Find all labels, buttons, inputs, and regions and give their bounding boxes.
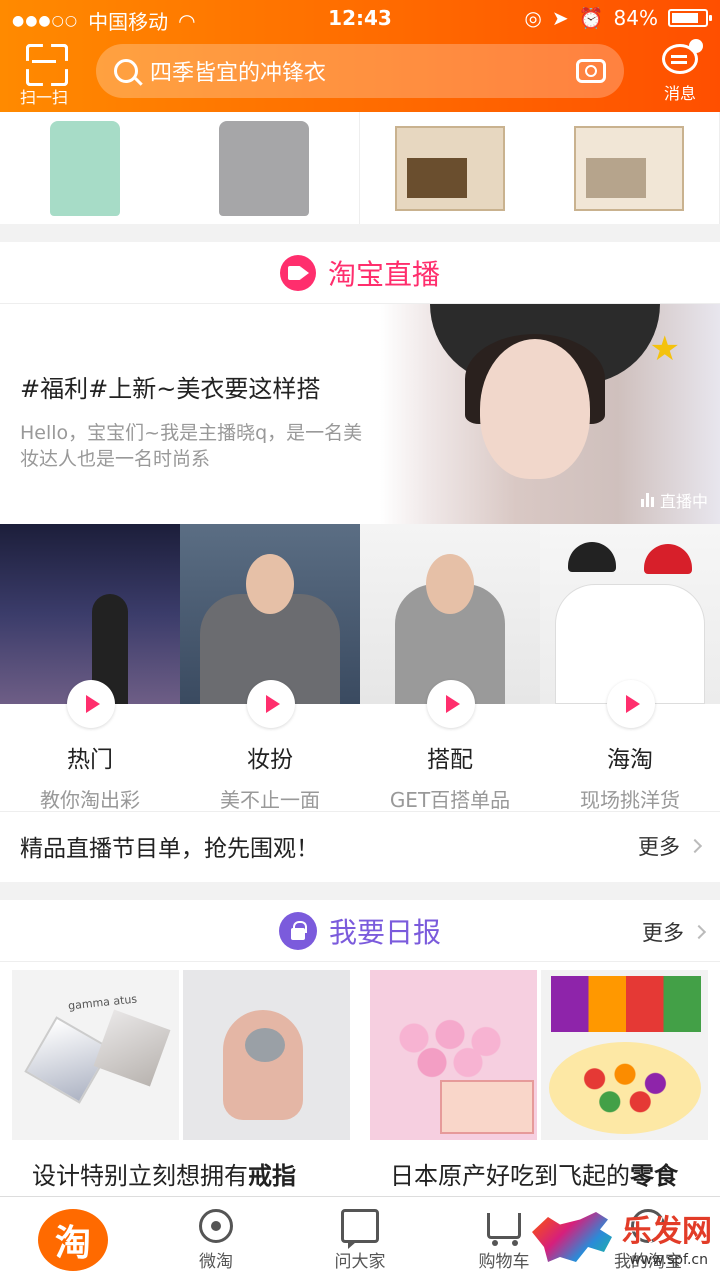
category-subtitle: 现场挑洋货 xyxy=(580,788,680,812)
sweater-promo[interactable] xyxy=(0,112,360,224)
caption-text: 日本原产好吃到飞起的 xyxy=(390,1162,630,1190)
battery-percent: 84% xyxy=(613,6,658,30)
category-name: 海淘 xyxy=(607,747,653,773)
caption-text: 设计特别立刻想拥有 xyxy=(32,1162,248,1190)
more-label: 更多 xyxy=(638,835,680,859)
message-button[interactable]: 消息 xyxy=(650,39,710,104)
battery-icon xyxy=(668,9,712,27)
play-icon[interactable] xyxy=(67,680,115,728)
chat-icon xyxy=(341,1209,379,1249)
candy-image xyxy=(370,970,537,1140)
ring-image: gamma atus xyxy=(12,970,179,1140)
caption-highlight: 戒指 xyxy=(248,1162,296,1190)
category-overseas[interactable]: 海淘 现场挑洋货 xyxy=(540,524,720,812)
category-name: 妆扮 xyxy=(247,747,293,773)
snack-box-image xyxy=(574,125,685,211)
message-icon xyxy=(662,39,703,74)
live-badge-label: 直播中 xyxy=(659,492,708,511)
daily-header[interactable]: 我要日报 更多 xyxy=(0,900,720,962)
taobao-live-section: 淘宝直播 #福利#上新~美衣要这样搭 Hello，宝宝们~我是主播晓q，是一名美… xyxy=(0,242,720,882)
battery-fill xyxy=(672,13,699,23)
live-title: 淘宝直播 xyxy=(327,257,440,291)
live-badge: 直播中 xyxy=(640,488,708,512)
taobao-home-icon[interactable]: 淘 xyxy=(38,1209,108,1271)
lock-icon xyxy=(278,911,317,950)
category-image xyxy=(540,524,720,704)
tab-my-taobao[interactable]: 我的淘宝 xyxy=(576,1197,720,1280)
scan-button[interactable]: 扫一扫 xyxy=(12,44,76,108)
alarm-icon: ⏰ xyxy=(578,6,604,30)
category-hot[interactable]: 热门 教你淘出彩 xyxy=(0,524,180,812)
live-categories: 热门 教你淘出彩 妆扮 美不止一面 搭配 GET百搭单品 海淘 现场挑洋货 xyxy=(0,524,720,812)
camera-icon[interactable] xyxy=(576,59,606,83)
category-subtitle: 教你淘出彩 xyxy=(40,788,140,812)
tab-label: 我的淘宝 xyxy=(614,1252,682,1272)
gummy-image xyxy=(541,970,708,1140)
category-makeup[interactable]: 妆扮 美不止一面 xyxy=(180,524,360,812)
play-icon[interactable] xyxy=(247,680,295,728)
tab-home[interactable]: 淘 xyxy=(0,1197,144,1280)
ring-brand-text: gamma atus xyxy=(67,992,138,1013)
live-camera-icon xyxy=(279,254,316,291)
streamer-photo: ★ 直播中 xyxy=(380,304,720,524)
gift-box-image xyxy=(394,125,505,211)
category-subtitle: 美不止一面 xyxy=(220,788,320,812)
top-header: ●●●○○ 中国移动 ◠ 12:43 ◎ ➤ ⏰ 84% 扫一扫 四季皆宜的冲锋… xyxy=(0,0,720,112)
tab-label: 问大家 xyxy=(334,1252,386,1272)
grey-cardigan-image xyxy=(219,120,310,216)
more-label: 更多 xyxy=(642,921,684,945)
daily-title: 我要日报 xyxy=(328,915,441,949)
daily-card-snacks[interactable]: 日本原产好吃到飞起的零食 xyxy=(370,970,708,1191)
bottom-tab-bar: 淘 微淘 问大家 购物车 我的淘宝 乐发网 www.spf.cn xyxy=(0,1196,720,1280)
scan-icon xyxy=(26,44,62,80)
feature-description: Hello，宝宝们~我是主播晓q，是一名美妆达人也是一名时尚系 xyxy=(20,422,363,470)
notification-dot xyxy=(689,39,703,53)
program-list-row[interactable]: 精品直播节目单，抢先围观！ 更多 xyxy=(0,812,720,880)
star-decoration-icon: ★ xyxy=(649,329,680,369)
category-name: 热门 xyxy=(67,747,113,773)
cart-icon xyxy=(487,1213,521,1246)
gift-box-promo[interactable] xyxy=(360,112,720,224)
tab-ask[interactable]: 问大家 xyxy=(288,1197,432,1280)
category-name: 搭配 xyxy=(427,747,473,773)
category-image xyxy=(360,524,540,704)
tab-cart[interactable]: 购物车 xyxy=(432,1197,576,1280)
feature-title: #福利#上新~美衣要这样搭 xyxy=(20,375,321,403)
tab-label: 微淘 xyxy=(199,1252,233,1272)
chevron-right-icon xyxy=(691,924,707,940)
daily-more-link[interactable]: 更多 xyxy=(642,917,707,947)
caption-highlight: 零食 xyxy=(630,1162,678,1190)
category-image xyxy=(0,524,180,704)
play-icon[interactable] xyxy=(607,680,655,728)
daily-card-rings[interactable]: gamma atus 设计特别立刻想拥有戒指 xyxy=(12,970,350,1191)
live-feature-card[interactable]: #福利#上新~美衣要这样搭 Hello，宝宝们~我是主播晓q，是一名美妆达人也是… xyxy=(0,304,720,524)
rotation-lock-icon: ◎ xyxy=(524,6,542,30)
daily-report-section: 我要日报 更多 gamma atus 设计特别立刻想拥有戒指 日本原产好吃到飞起… xyxy=(0,900,720,1196)
search-icon xyxy=(114,59,138,83)
live-bars-icon xyxy=(640,493,654,507)
status-bar: ●●●○○ 中国移动 ◠ 12:43 ◎ ➤ ⏰ 84% xyxy=(0,0,720,36)
daily-caption: 日本原产好吃到飞起的零食 xyxy=(370,1140,708,1191)
location-icon: ➤ xyxy=(551,6,569,30)
category-image xyxy=(180,524,360,704)
broadcast-icon xyxy=(199,1209,233,1243)
tab-label: 购物车 xyxy=(478,1252,530,1272)
profile-icon xyxy=(631,1209,665,1243)
play-icon[interactable] xyxy=(427,680,475,728)
scan-label: 扫一扫 xyxy=(19,88,68,107)
tab-weitao[interactable]: 微淘 xyxy=(144,1197,288,1280)
daily-caption: 设计特别立刻想拥有戒指 xyxy=(12,1140,350,1191)
live-header[interactable]: 淘宝直播 xyxy=(0,242,720,304)
live-more-link[interactable]: 更多 xyxy=(638,831,703,861)
message-label: 消息 xyxy=(663,84,696,103)
green-cardigan-image xyxy=(49,120,120,216)
ring-on-finger-image xyxy=(183,970,350,1140)
search-bar[interactable]: 四季皆宜的冲锋衣 xyxy=(96,44,624,98)
category-outfit[interactable]: 搭配 GET百搭单品 xyxy=(360,524,540,812)
product-strip xyxy=(0,112,720,224)
category-subtitle: GET百搭单品 xyxy=(389,788,511,812)
search-placeholder: 四季皆宜的冲锋衣 xyxy=(150,61,327,86)
program-list-text: 精品直播节目单，抢先围观！ xyxy=(20,836,319,862)
chevron-right-icon xyxy=(687,838,703,854)
